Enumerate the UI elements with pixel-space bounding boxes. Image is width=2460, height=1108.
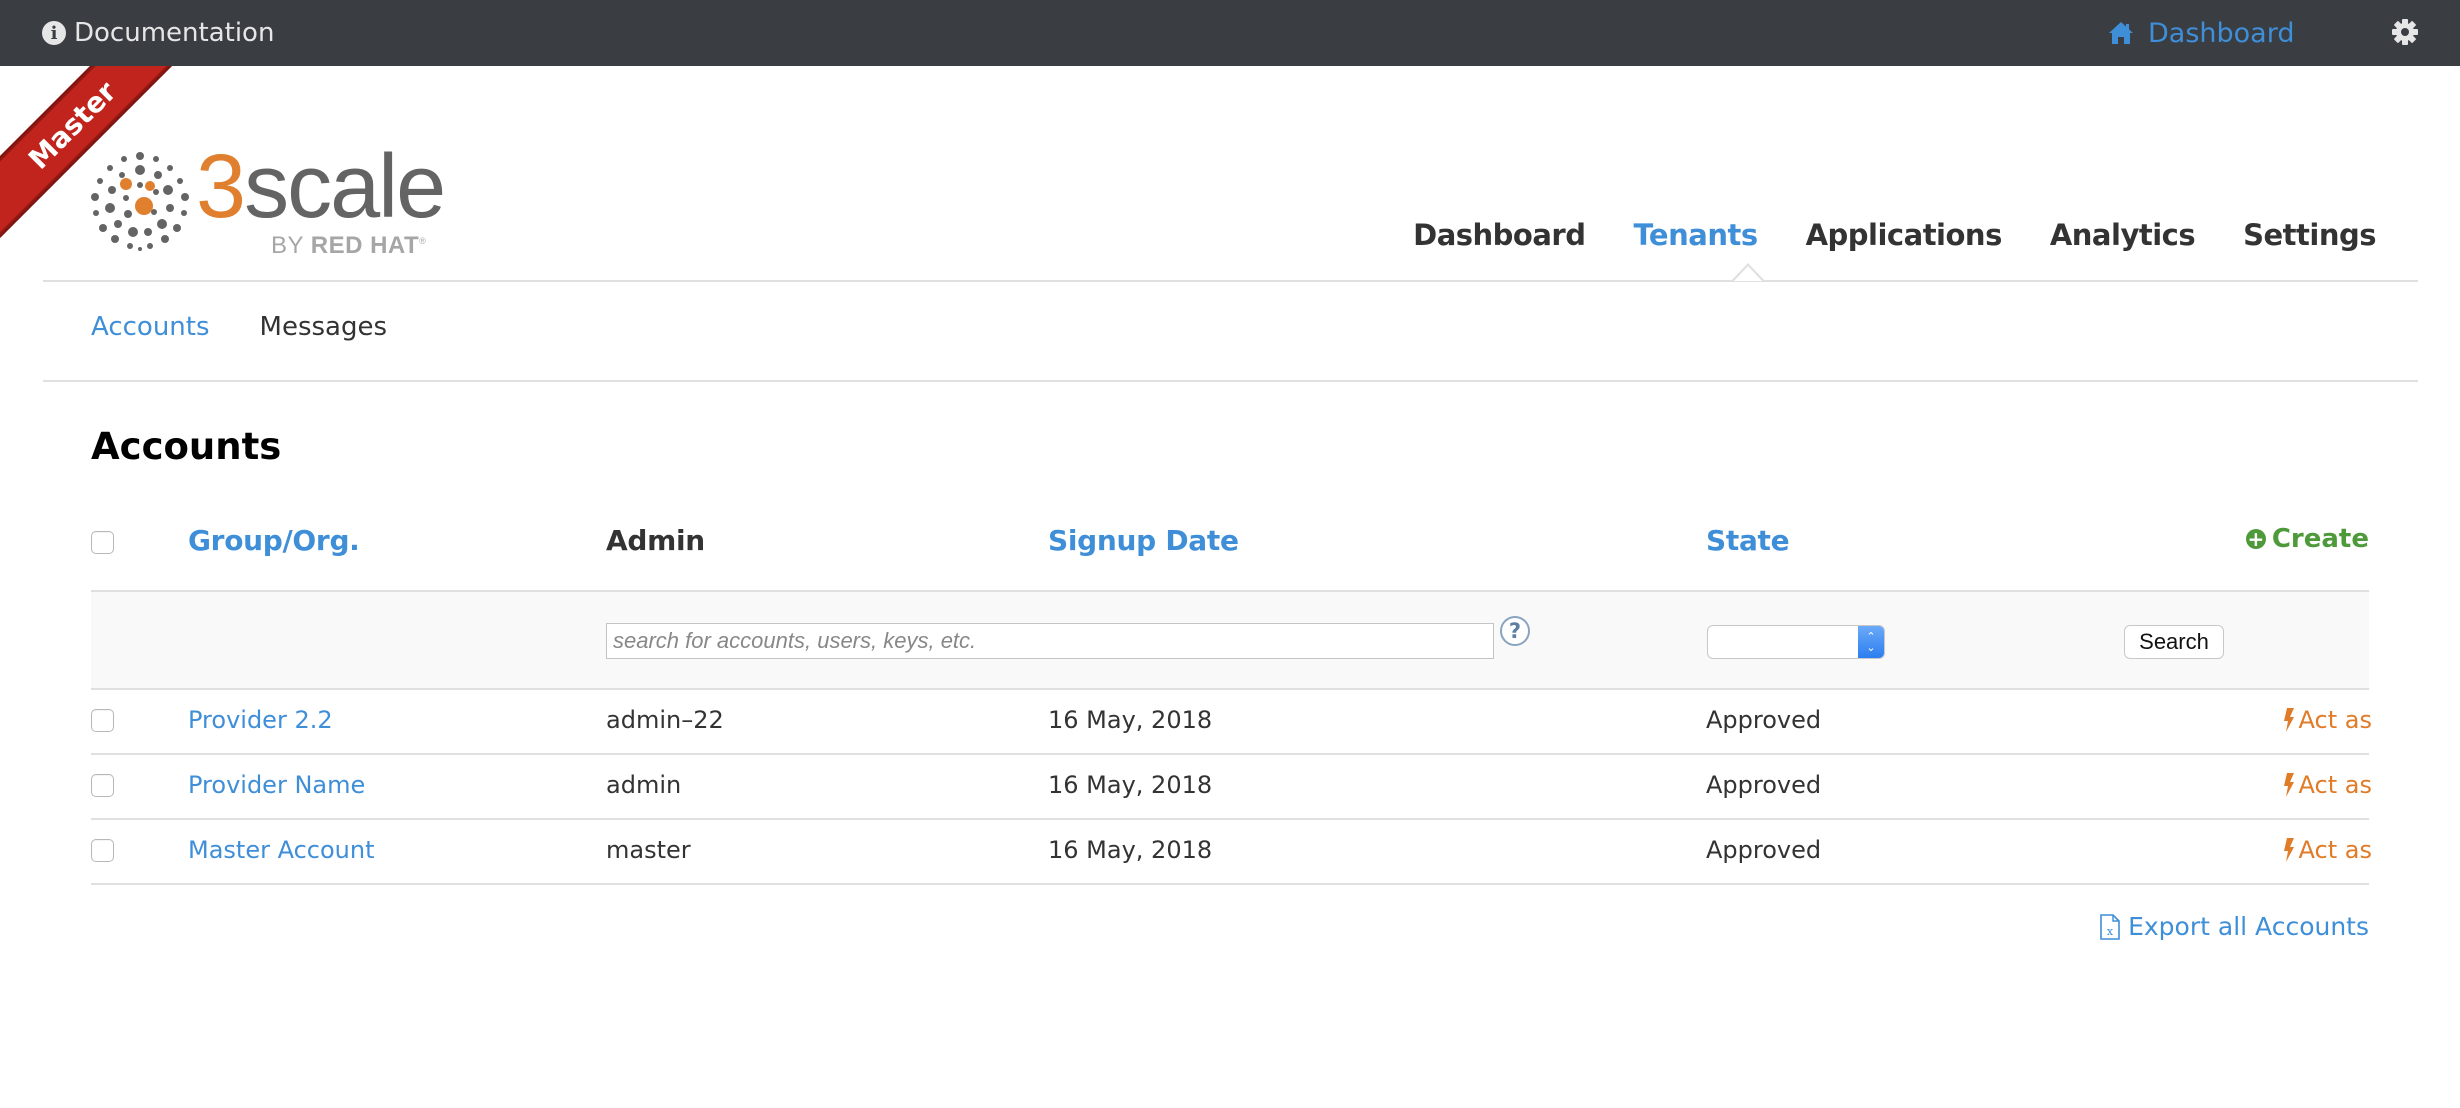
state-cell: Approved bbox=[1706, 771, 1822, 799]
logo-dots-icon bbox=[91, 152, 189, 251]
export-label: Export all Accounts bbox=[2128, 912, 2369, 941]
signup-date-cell: 16 May, 2018 bbox=[1048, 836, 1213, 864]
table-row: Provider Name admin 16 May, 2018 Approve… bbox=[91, 755, 2372, 820]
row-checkbox[interactable] bbox=[91, 774, 114, 797]
nav-settings[interactable]: Settings bbox=[2243, 218, 2376, 252]
row-checkbox[interactable] bbox=[91, 709, 114, 732]
act-as-label: Act as bbox=[2298, 706, 2372, 734]
accounts-table: Group/Org. Admin Signup Date State + Cre… bbox=[91, 510, 2372, 885]
top-bar: i Documentation Dashboard bbox=[0, 0, 2460, 66]
nav-tenants[interactable]: Tenants bbox=[1634, 218, 1759, 252]
select-arrows-icon: ⌃ ⌄ bbox=[1858, 626, 1884, 658]
excel-file-icon: x bbox=[2100, 913, 2120, 940]
svg-text:x: x bbox=[2107, 925, 2114, 938]
nav-applications[interactable]: Applications bbox=[1806, 218, 2003, 252]
bolt-icon bbox=[2283, 773, 2294, 797]
bolt-icon bbox=[2283, 708, 2294, 732]
filter-row: ? ⌃⌄ Search bbox=[91, 590, 2369, 690]
column-signup-date[interactable]: Signup Date bbox=[1048, 524, 1239, 557]
sub-nav-divider bbox=[43, 380, 2418, 382]
state-select[interactable]: ⌃ ⌄ bbox=[1707, 625, 1885, 659]
subnav-messages[interactable]: Messages bbox=[260, 312, 388, 342]
account-link[interactable]: Provider Name bbox=[188, 771, 365, 799]
home-icon bbox=[2109, 22, 2133, 44]
column-group-org[interactable]: Group/Org. bbox=[188, 524, 360, 557]
main-nav: Dashboard Tenants Applications Analytics… bbox=[1365, 218, 2376, 252]
account-link[interactable]: Master Account bbox=[188, 836, 375, 864]
gear-icon[interactable] bbox=[2390, 17, 2420, 47]
table-row: Provider 2.2 admin–22 16 May, 2018 Appro… bbox=[91, 690, 2372, 755]
plus-circle-icon: + bbox=[2245, 527, 2266, 551]
state-cell: Approved bbox=[1706, 836, 1822, 864]
logo[interactable]: 3scale BY RED HAT® bbox=[88, 142, 446, 260]
page-title: Accounts bbox=[91, 425, 282, 468]
sub-nav: Accounts Messages bbox=[91, 312, 437, 342]
logo-byline: BY RED HAT® bbox=[271, 232, 427, 259]
table-header: Group/Org. Admin Signup Date State + Cre… bbox=[91, 510, 2369, 590]
act-as-link[interactable]: Act as bbox=[2283, 771, 2372, 799]
search-input[interactable] bbox=[606, 623, 1494, 659]
create-button[interactable]: + Create bbox=[2245, 524, 2369, 554]
signup-date-cell: 16 May, 2018 bbox=[1048, 706, 1213, 734]
act-as-link[interactable]: Act as bbox=[2283, 706, 2372, 734]
search-button[interactable]: Search bbox=[2124, 625, 2224, 659]
act-as-label: Act as bbox=[2298, 771, 2372, 799]
act-as-label: Act as bbox=[2298, 836, 2372, 864]
nav-dashboard[interactable]: Dashboard bbox=[1413, 218, 1586, 252]
documentation-label: Documentation bbox=[74, 18, 275, 48]
select-all-checkbox[interactable] bbox=[91, 531, 114, 554]
dashboard-link[interactable]: Dashboard bbox=[2108, 14, 2294, 52]
create-label: Create bbox=[2271, 524, 2369, 554]
subnav-accounts[interactable]: Accounts bbox=[91, 312, 210, 342]
info-icon: i bbox=[42, 21, 66, 45]
table-row: Master Account master 16 May, 2018 Appro… bbox=[91, 820, 2372, 885]
export-all-accounts-link[interactable]: x Export all Accounts bbox=[2100, 912, 2369, 941]
admin-cell: admin bbox=[606, 771, 682, 799]
column-state[interactable]: State bbox=[1706, 524, 1790, 557]
logo-wordmark: 3scale bbox=[196, 137, 446, 237]
row-checkbox[interactable] bbox=[91, 839, 114, 862]
nav-analytics[interactable]: Analytics bbox=[2050, 218, 2196, 252]
act-as-link[interactable]: Act as bbox=[2283, 836, 2372, 864]
state-cell: Approved bbox=[1706, 706, 1822, 734]
account-link[interactable]: Provider 2.2 bbox=[188, 706, 333, 734]
admin-cell: master bbox=[606, 836, 691, 864]
column-admin: Admin bbox=[606, 524, 705, 557]
help-icon[interactable]: ? bbox=[1500, 616, 1530, 646]
bolt-icon bbox=[2283, 838, 2294, 862]
dashboard-label: Dashboard bbox=[2148, 17, 2295, 49]
admin-cell: admin–22 bbox=[606, 706, 724, 734]
signup-date-cell: 16 May, 2018 bbox=[1048, 771, 1213, 799]
active-nav-caret bbox=[1731, 263, 1765, 281]
main-nav-divider bbox=[43, 280, 2418, 282]
documentation-link[interactable]: i Documentation bbox=[42, 14, 274, 52]
